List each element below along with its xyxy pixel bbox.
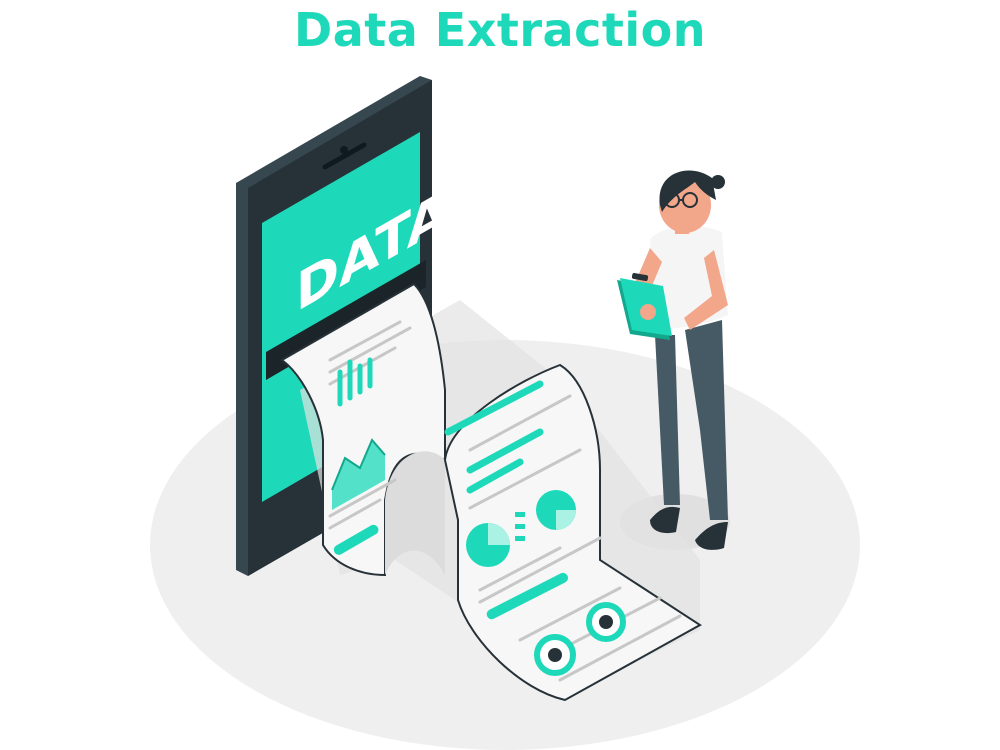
data-extraction-illustration: DATA bbox=[150, 76, 860, 750]
